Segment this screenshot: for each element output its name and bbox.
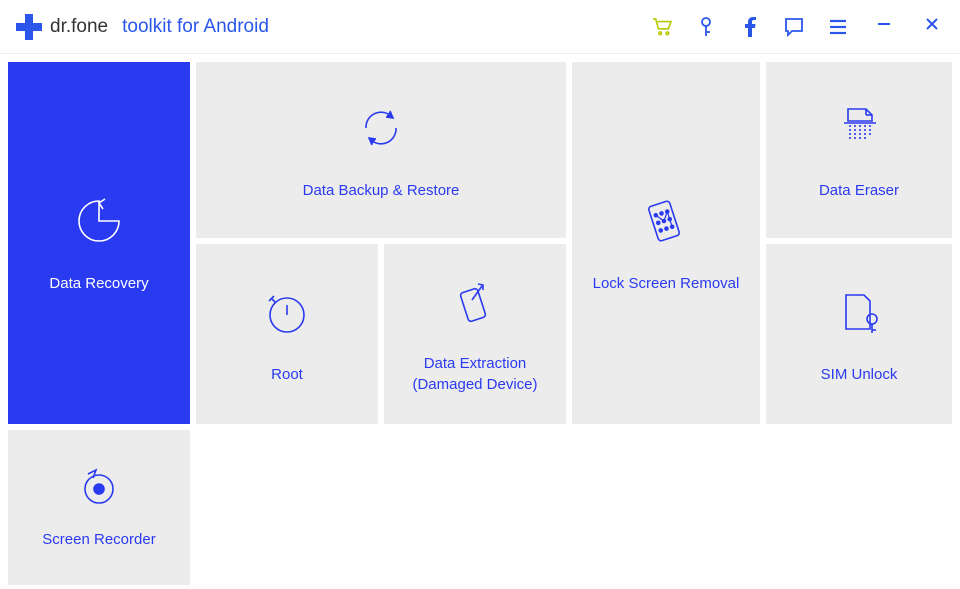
phone-arrow-icon xyxy=(450,273,500,329)
sync-icon xyxy=(356,100,406,156)
stopwatch-icon xyxy=(264,284,310,340)
close-icon[interactable] xyxy=(920,15,944,38)
tile-data-recovery[interactable]: Data Recovery xyxy=(8,62,190,424)
sim-key-icon xyxy=(834,284,884,340)
tile-data-extraction[interactable]: Data Extraction (Damaged Device) xyxy=(384,244,566,424)
header: dr.fone toolkit for Android xyxy=(0,0,960,54)
logo-icon xyxy=(16,14,42,40)
cart-icon[interactable] xyxy=(652,17,672,37)
facebook-icon[interactable] xyxy=(740,17,760,37)
tool-grid: Data Recovery Data Backup & Restore Root xyxy=(0,54,960,70)
shredder-icon xyxy=(834,100,884,156)
tile-backup-restore[interactable]: Data Backup & Restore xyxy=(196,62,566,238)
tile-lock-screen-removal[interactable]: Lock Screen Removal xyxy=(572,62,760,424)
logo-area: dr.fone toolkit for Android xyxy=(16,14,269,40)
record-arrow-icon xyxy=(78,465,120,509)
tile-label: Lock Screen Removal xyxy=(583,273,750,294)
minimize-icon[interactable] xyxy=(872,15,896,38)
tile-screen-recorder[interactable]: Screen Recorder xyxy=(8,430,190,585)
tile-root[interactable]: Root xyxy=(196,244,378,424)
tile-label: Data Eraser xyxy=(809,180,909,201)
key-icon[interactable] xyxy=(696,17,716,37)
brand-name: dr.fone xyxy=(50,16,108,38)
tile-label: Data Recovery xyxy=(39,273,158,294)
tile-data-eraser[interactable]: Data Eraser xyxy=(766,62,952,238)
tile-label: Screen Recorder xyxy=(32,529,165,550)
toolbar xyxy=(652,15,944,38)
menu-icon[interactable] xyxy=(828,17,848,37)
chat-icon[interactable] xyxy=(784,17,804,37)
tile-label: SIM Unlock xyxy=(811,364,908,385)
tile-label: Data Backup & Restore xyxy=(293,180,470,201)
tile-label: Data Extraction (Damaged Device) xyxy=(384,353,566,395)
pie-arrow-icon xyxy=(73,193,125,249)
tile-label: Root xyxy=(261,364,313,385)
app-subtitle: toolkit for Android xyxy=(122,16,269,38)
tile-sim-unlock[interactable]: SIM Unlock xyxy=(766,244,952,424)
phone-pattern-icon xyxy=(638,193,694,249)
